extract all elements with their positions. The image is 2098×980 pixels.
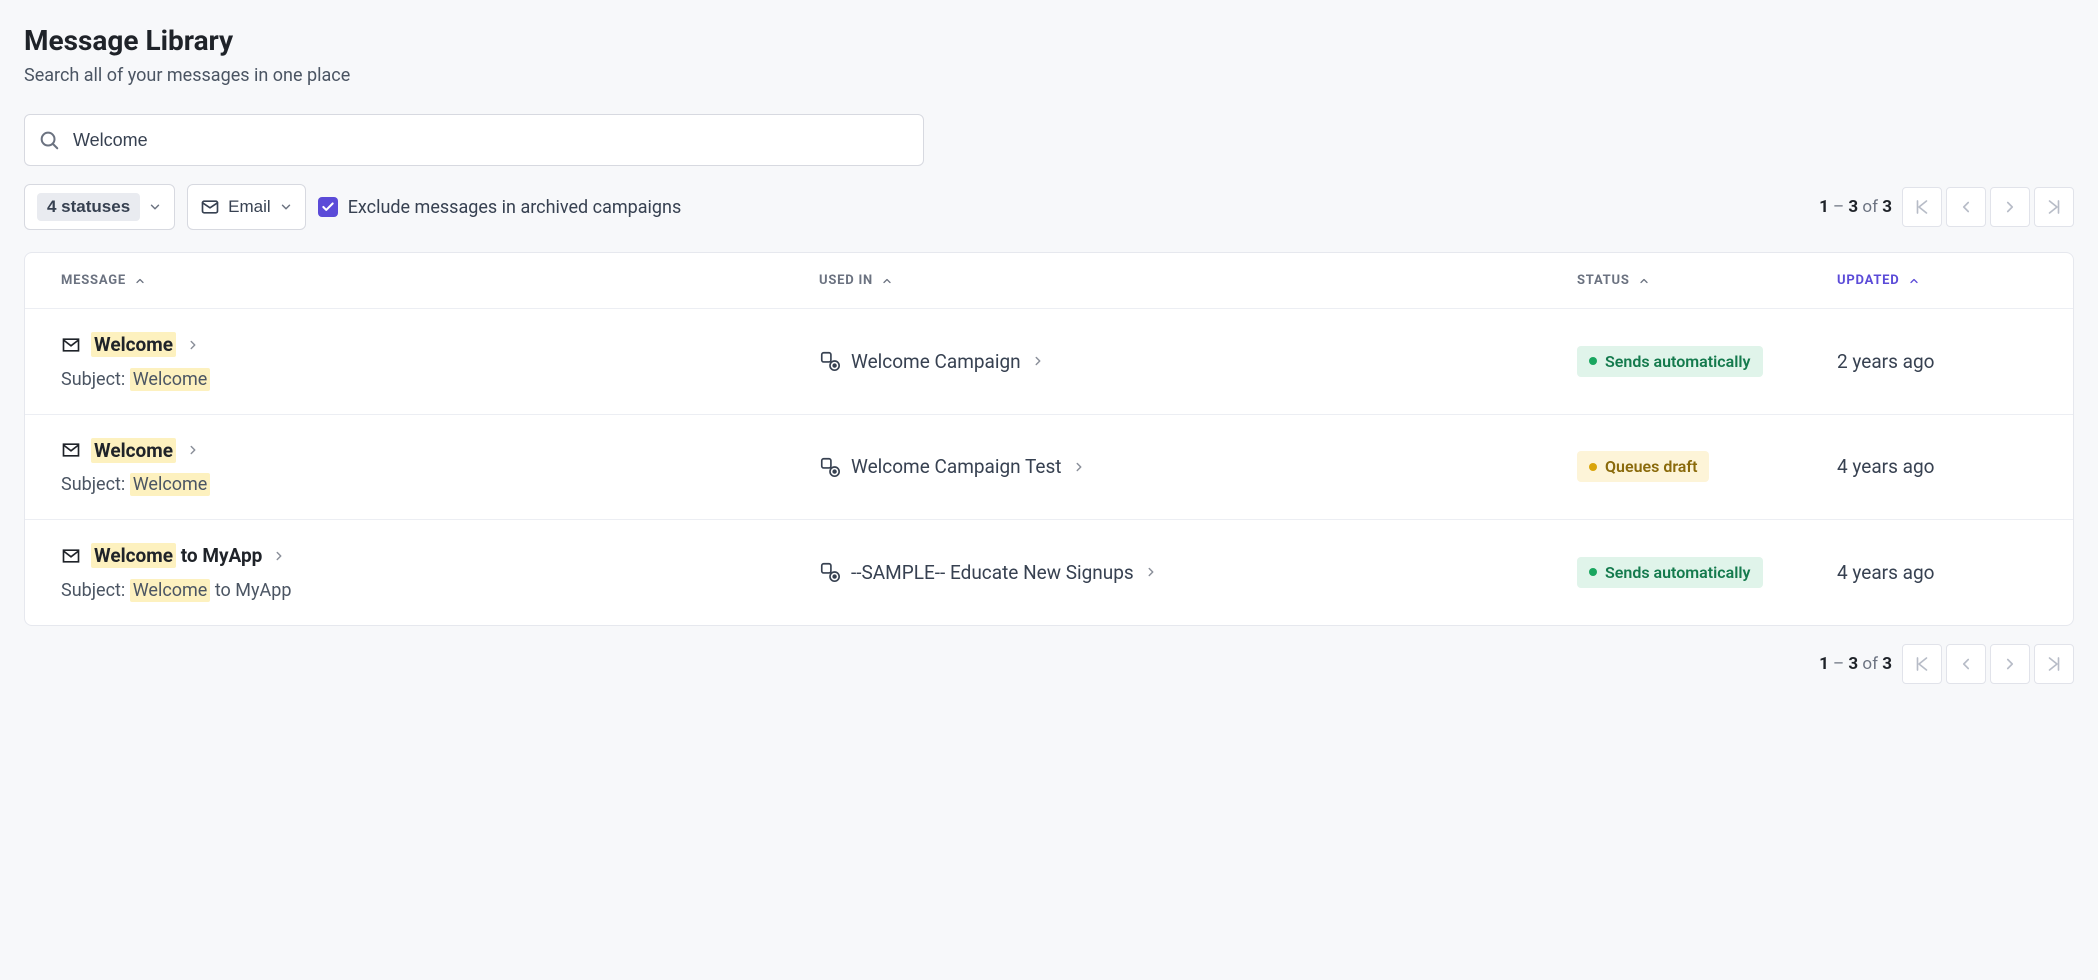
page-range: 1 – 3 of 3: [1819, 654, 1892, 674]
channel-filter-button[interactable]: Email: [187, 184, 306, 230]
table-row: Welcome to MyApp Subject: Welcome to MyA…: [25, 520, 2073, 625]
chevron-right-icon: [1072, 460, 1086, 474]
next-page-button[interactable]: [1990, 644, 2030, 684]
status-dot-icon: [1589, 568, 1597, 576]
chevron-right-icon: [1031, 354, 1045, 368]
message-subject: Subject: Welcome to MyApp: [61, 580, 819, 601]
status-text: Sends automatically: [1605, 563, 1751, 582]
updated-time: 2 years ago: [1837, 350, 2037, 373]
first-page-button[interactable]: [1902, 644, 1942, 684]
toolbar: 4 statuses Email Exclude messages in arc…: [24, 184, 2074, 230]
status-badge: Sends automatically: [1577, 346, 1763, 377]
used-in-link[interactable]: Welcome Campaign: [819, 350, 1577, 373]
search-input[interactable]: [24, 114, 924, 166]
chevron-right-icon: [186, 338, 200, 352]
status-filter-label: 4 statuses: [37, 193, 140, 221]
campaign-icon: [819, 456, 841, 478]
table-row: Welcome Subject: Welcome Welcome Campaig…: [25, 309, 2073, 415]
column-header-status[interactable]: STATUS: [1577, 273, 1837, 288]
status-text: Queues draft: [1605, 457, 1697, 476]
column-header-used-in[interactable]: USED IN: [819, 273, 1577, 288]
status-filter-button[interactable]: 4 statuses: [24, 184, 175, 230]
next-page-button[interactable]: [1990, 187, 2030, 227]
used-in-label: Welcome Campaign: [851, 350, 1021, 373]
message-title: Welcome: [91, 333, 176, 356]
envelope-icon: [200, 197, 220, 217]
table-header: MESSAGE USED IN STATUS UPDATED: [25, 253, 2073, 309]
column-header-message[interactable]: MESSAGE: [61, 273, 819, 288]
table-row: Welcome Subject: Welcome Welcome Campaig…: [25, 415, 2073, 521]
updated-time: 4 years ago: [1837, 561, 2037, 584]
message-subject: Subject: Welcome: [61, 369, 819, 390]
status-dot-icon: [1589, 357, 1597, 365]
last-page-button[interactable]: [2034, 187, 2074, 227]
message-title: Welcome to MyApp: [91, 544, 262, 567]
status-badge: Sends automatically: [1577, 557, 1763, 588]
used-in-link[interactable]: --SAMPLE-- Educate New Signups: [819, 561, 1577, 584]
campaign-icon: [819, 350, 841, 372]
pager-bottom: 1 – 3 of 3: [1819, 644, 2074, 684]
prev-page-button[interactable]: [1946, 644, 1986, 684]
sort-asc-icon: [881, 275, 893, 287]
page-subtitle: Search all of your messages in one place: [24, 65, 2074, 86]
sort-asc-icon: [1638, 275, 1650, 287]
exclude-archived-label: Exclude messages in archived campaigns: [348, 197, 682, 218]
search-icon: [38, 129, 60, 151]
column-header-updated[interactable]: UPDATED: [1837, 273, 1920, 288]
status-badge: Queues draft: [1577, 451, 1709, 482]
page-title: Message Library: [24, 24, 2074, 57]
chevron-right-icon: [272, 549, 286, 563]
search-container: [24, 114, 924, 166]
chevron-down-icon: [279, 200, 293, 214]
envelope-icon: [61, 546, 81, 566]
page-range: 1 – 3 of 3: [1819, 197, 1892, 217]
status-dot-icon: [1589, 463, 1597, 471]
message-title-link[interactable]: Welcome: [61, 333, 200, 356]
message-title-link[interactable]: Welcome to MyApp: [61, 544, 286, 567]
used-in-label: Welcome Campaign Test: [851, 455, 1062, 478]
updated-time: 4 years ago: [1837, 455, 2037, 478]
used-in-label: --SAMPLE-- Educate New Signups: [851, 561, 1134, 584]
status-text: Sends automatically: [1605, 352, 1751, 371]
message-subject: Subject: Welcome: [61, 474, 819, 495]
chevron-right-icon: [1144, 565, 1158, 579]
used-in-link[interactable]: Welcome Campaign Test: [819, 455, 1577, 478]
envelope-icon: [61, 335, 81, 355]
message-title-link[interactable]: Welcome: [61, 439, 200, 462]
sort-asc-icon: [134, 275, 146, 287]
sort-asc-icon: [1908, 275, 1920, 287]
messages-table: MESSAGE USED IN STATUS UPDATED: [24, 252, 2074, 626]
envelope-icon: [61, 440, 81, 460]
first-page-button[interactable]: [1902, 187, 1942, 227]
exclude-archived-checkbox-row[interactable]: Exclude messages in archived campaigns: [318, 197, 682, 218]
pager-top: 1 – 3 of 3: [1819, 187, 2074, 227]
channel-filter-label: Email: [228, 197, 271, 217]
last-page-button[interactable]: [2034, 644, 2074, 684]
prev-page-button[interactable]: [1946, 187, 1986, 227]
checkbox-icon: [318, 197, 338, 217]
campaign-icon: [819, 561, 841, 583]
chevron-down-icon: [148, 200, 162, 214]
message-title: Welcome: [91, 439, 176, 462]
chevron-right-icon: [186, 443, 200, 457]
